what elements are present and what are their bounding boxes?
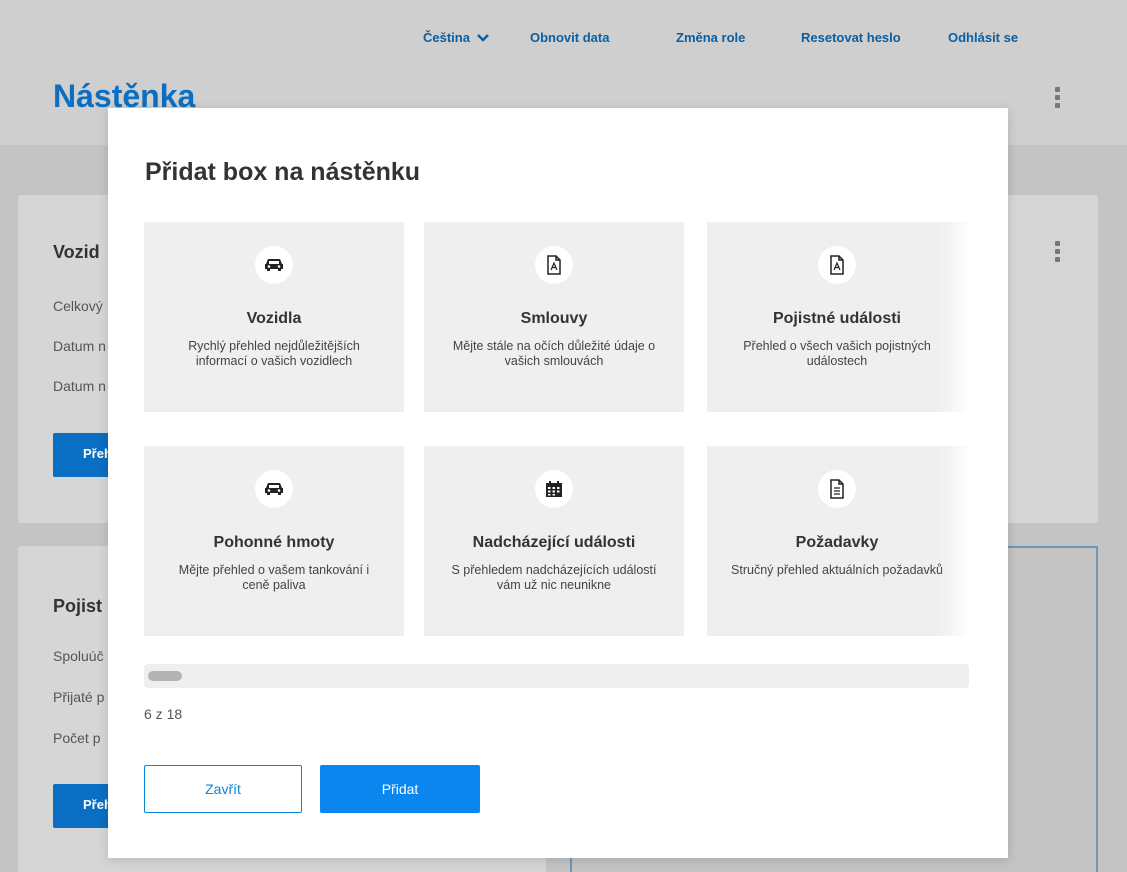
carousel-fade — [939, 222, 969, 637]
scrollbar-thumb[interactable] — [148, 671, 182, 681]
tile-description: Rychlý přehled nejdůležitějších informac… — [188, 339, 360, 368]
modal-title: Přidat box na nástěnku — [145, 158, 421, 186]
tile-vehicles[interactable]: Vozidla Rychlý přehled nejdůležitějších … — [144, 222, 404, 412]
add-button[interactable]: Přidat — [320, 765, 480, 813]
tile-title: Pojistné události — [772, 310, 901, 327]
tile-upcoming-events[interactable]: Nadcházející události S přehledem nadchá… — [424, 446, 684, 636]
carousel-scrollbar[interactable] — [144, 664, 969, 688]
tile-contracts[interactable]: Smlouvy Mějte stále na očích důležité úd… — [424, 222, 684, 412]
tile-insurance-events[interactable]: Pojistné události Přehled o všech vašich… — [707, 222, 967, 412]
tile-fuel[interactable]: Pohonné hmoty Mějte přehled o vašem tank… — [144, 446, 404, 636]
card-row: Datum n — [53, 338, 106, 354]
card-row: Počet p — [53, 730, 101, 746]
tile-title: Vozidla — [246, 310, 302, 327]
pdf-icon — [535, 246, 573, 284]
refresh-data-link[interactable]: Obnovit data — [530, 30, 609, 45]
tile-description: S přehledem nadcházejících událostí vám … — [451, 563, 657, 592]
logout-link[interactable]: Odhlásit se — [948, 30, 1018, 45]
card-row: Celkový — [53, 298, 103, 314]
document-icon — [818, 470, 856, 508]
carousel-counter: 6 z 18 — [144, 706, 183, 722]
chevron-down-icon — [476, 34, 489, 42]
tile-title: Požadavky — [795, 534, 879, 551]
card-row: Přijaté p — [53, 689, 105, 705]
tile-title: Smlouvy — [520, 310, 588, 327]
page-menu-icon[interactable] — [1055, 87, 1061, 108]
language-select[interactable]: Čeština — [423, 30, 489, 45]
tile-title: Nadcházející události — [472, 534, 636, 551]
tile-description: Mějte stále na očích důležité údaje o va… — [452, 339, 656, 368]
add-box-modal: Přidat box na nástěnku Vozidla Rychlý př… — [108, 108, 1008, 858]
tile-carousel: Vozidla Rychlý přehled nejdůležitějších … — [144, 222, 969, 637]
change-role-link[interactable]: Změna role — [676, 30, 745, 45]
tile-description: Přehled o všech vašich pojistných událos… — [743, 339, 931, 368]
close-button[interactable]: Zavřít — [144, 765, 302, 813]
tile-requests[interactable]: Požadavky Stručný přehled aktuálních pož… — [707, 446, 967, 636]
car-icon — [255, 246, 293, 284]
card-title: Pojist — [53, 596, 103, 616]
tile-title: Pohonné hmoty — [213, 534, 335, 551]
card-menu-icon[interactable] — [1055, 241, 1061, 262]
tile-description: Stručný přehled aktuálních požadavků — [731, 563, 943, 577]
tile-description: Mějte přehled o vašem tankování i ceně p… — [178, 563, 370, 592]
calendar-icon — [535, 470, 573, 508]
card-row: Spoluúč — [53, 648, 104, 664]
card-title: Vozid — [53, 242, 100, 262]
top-navigation: Čeština Obnovit data Změna role Resetova… — [0, 0, 1127, 75]
card-row: Datum n — [53, 378, 106, 394]
pdf-icon — [818, 246, 856, 284]
language-label: Čeština — [423, 30, 470, 45]
car-icon — [255, 470, 293, 508]
reset-password-link[interactable]: Resetovat heslo — [801, 30, 901, 45]
